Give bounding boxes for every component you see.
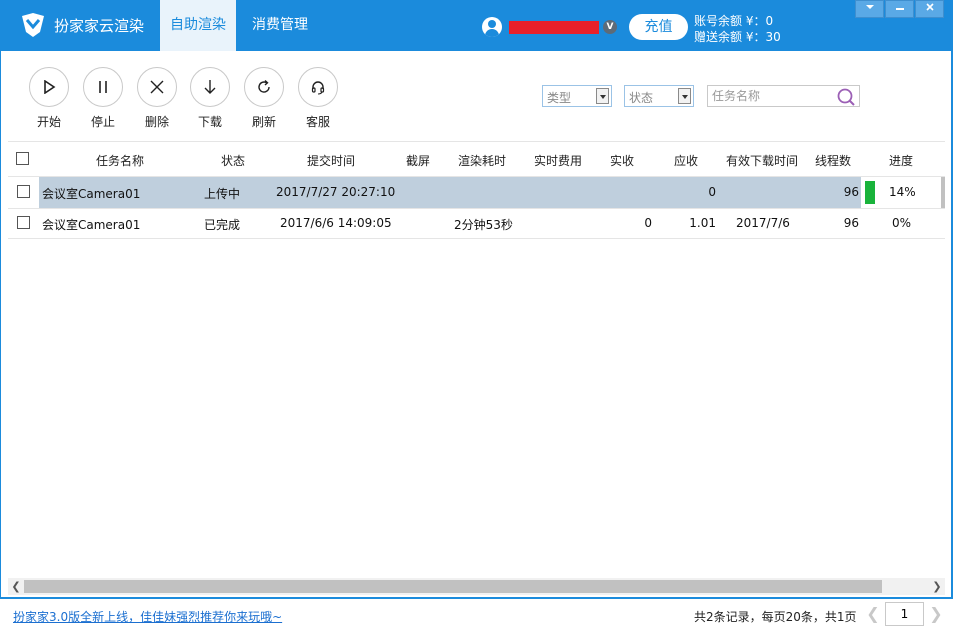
status-bar: 扮家家3.0版全新上线，佳佳妹强烈推荐你来玩哦~ 共2条记录，每页20条，共1页… [0,597,953,631]
row-checkbox[interactable] [17,185,30,198]
column-header-render-time[interactable]: 渲染耗时 [458,152,506,169]
pagination-info: 共2条记录，每页20条，共1页 [694,610,857,624]
tab-billing[interactable]: 消费管理 [242,0,318,51]
refresh-icon [258,79,270,93]
cell-status: 上传中 [204,187,241,201]
table-row[interactable]: 会议室Camera01 已完成 2017/6/6 14:09:05 2分钟53秒… [8,208,942,239]
close-icon [150,80,164,94]
cell-task-name: 会议室Camera01 [42,218,141,232]
column-header-progress[interactable]: 进度 [889,152,913,169]
column-header-actual-received[interactable]: 实收 [610,152,634,169]
cell-progress: 14% [889,185,916,199]
close-icon[interactable] [915,0,944,18]
tab-self-render[interactable]: 自助渲染 [160,0,236,51]
headset-icon [311,81,325,95]
divider [8,141,945,142]
delete-label: 删除 [144,115,169,129]
scroll-right-icon[interactable]: ❯ [929,578,945,595]
window-border-left [0,51,1,631]
row-checkbox[interactable] [17,216,30,229]
minimize-icon[interactable] [885,0,914,18]
dropdown-arrow-icon[interactable] [596,88,609,104]
cell-render-time: 2分钟53秒 [454,218,513,232]
cell-threads: 96 [843,185,859,199]
cell-status: 已完成 [204,218,241,232]
column-header-receivable[interactable]: 应收 [674,152,698,169]
play-icon [44,80,56,94]
gift-balance: 赠送余额 ¥：30 [694,30,781,44]
task-search-box[interactable] [707,85,860,107]
type-filter-value: 类型 [547,91,572,105]
horizontal-scrollbar[interactable]: ❮ ❯ [8,578,945,595]
column-header-download-valid-time[interactable]: 有效下载时间 [726,152,798,169]
stop-label: 停止 [90,115,115,129]
scrollbar-thumb[interactable] [24,580,882,593]
delete-button[interactable]: 删除 [136,67,178,130]
progress-bar [865,181,875,204]
download-button[interactable]: 下载 [189,67,231,130]
search-icon[interactable] [836,87,856,107]
cell-threads: 96 [843,216,859,230]
search-input[interactable] [712,88,836,104]
cell-task-name: 会议室Camera01 [42,187,141,201]
status-filter-select[interactable]: 状态 [624,85,694,107]
dropdown-arrow-icon[interactable] [678,88,691,104]
download-icon [204,80,216,94]
column-header-realtime-cost[interactable]: 实时费用 [534,152,582,169]
download-label: 下载 [197,115,222,129]
type-filter-select[interactable]: 类型 [542,85,612,107]
scroll-left-icon[interactable]: ❮ [8,578,24,595]
column-header-threads[interactable]: 线程数 [815,152,851,169]
refresh-button[interactable]: 刷新 [243,67,285,130]
column-header-status[interactable]: 状态 [221,152,245,169]
refresh-label: 刷新 [251,115,276,129]
prev-page-icon[interactable]: ❮ [866,604,880,624]
column-header-screenshot[interactable]: 截屏 [406,152,430,169]
title-bar: 扮家家云渲染 自助渲染 消费管理 V 充值 账号余额 ¥：0 赠送余额 ¥：30 [0,0,953,51]
column-header-task-name[interactable]: 任务名称 [96,152,144,169]
customer-service-button[interactable]: 客服 [297,67,339,130]
cell-download-valid-time: 2017/7/6 [736,216,790,230]
page-number-input[interactable] [885,602,924,626]
select-all-checkbox[interactable] [16,152,29,165]
cell-receivable: 1.01 [689,216,716,230]
cell-actual-received: 0 [644,216,652,230]
cell-progress: 0% [892,216,912,230]
cell-receivable: 0 [708,185,716,199]
cell-submit-time: 2017/7/27 20:27:10 [276,185,396,199]
start-label: 开始 [36,115,61,129]
next-page-icon[interactable]: ❯ [929,604,943,624]
account-balance: 账号余额 ¥：0 [694,14,774,28]
table-row[interactable]: 会议室Camera01 上传中 2017/7/27 20:27:10 0 96 … [8,177,942,208]
vip-badge: V [603,20,617,34]
stop-button[interactable]: 停止 [82,67,124,130]
recharge-button[interactable]: 充值 [629,14,688,40]
chevron-down-icon[interactable] [855,0,884,18]
status-filter-value: 状态 [629,91,654,105]
pause-icon [99,81,107,93]
avatar[interactable] [482,17,502,37]
vertical-scrollbar-thumb[interactable] [941,177,945,208]
app-title: 扮家家云渲染 [54,17,145,35]
divider [8,238,945,239]
row-highlight [39,177,861,208]
app-logo-icon [22,13,44,37]
username-redacted [509,21,599,34]
start-button[interactable]: 开始 [28,67,70,130]
cell-submit-time: 2017/6/6 14:09:05 [280,216,392,230]
promo-link[interactable]: 扮家家3.0版全新上线，佳佳妹强烈推荐你来玩哦~ [13,608,282,625]
column-header-submit-time[interactable]: 提交时间 [307,152,355,169]
customer-service-label: 客服 [305,115,330,129]
